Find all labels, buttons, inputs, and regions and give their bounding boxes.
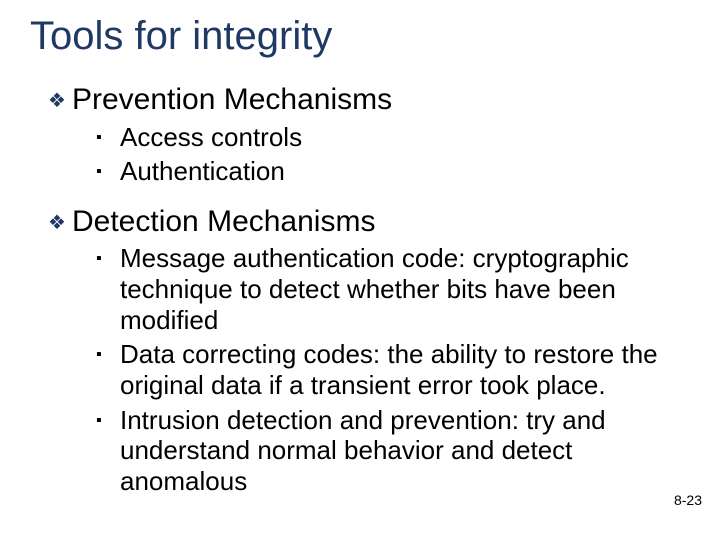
item-text: Access controls (120, 122, 302, 153)
section-heading: ❖ Detection Mechanisms (0, 205, 720, 240)
slide-content: ❖ Prevention Mechanisms ▪ Access control… (0, 59, 720, 497)
section-heading: ❖ Prevention Mechanisms (0, 83, 720, 118)
heading-text: Prevention Mechanisms (72, 83, 392, 118)
slide-title: Tools for integrity (0, 14, 720, 59)
list-item: ▪ Message authentication code: cryptogra… (0, 243, 720, 335)
diamond-icon: ❖ (48, 83, 72, 111)
item-text: Message authentication code: cryptograph… (120, 243, 664, 335)
list-item: ▪ Access controls (0, 122, 720, 153)
square-icon: ▪ (96, 243, 120, 267)
square-icon: ▪ (96, 122, 120, 146)
slide: Tools for integrity ❖ Prevention Mechani… (0, 0, 720, 540)
item-text: Data correcting codes: the ability to re… (120, 339, 664, 400)
item-text: Authentication (120, 156, 285, 187)
square-icon: ▪ (96, 339, 120, 363)
item-text: Intrusion detection and prevention: try … (120, 405, 664, 497)
diamond-icon: ❖ (48, 205, 72, 233)
square-icon: ▪ (96, 405, 120, 429)
heading-text: Detection Mechanisms (72, 205, 375, 240)
list-item: ▪ Authentication (0, 156, 720, 187)
square-icon: ▪ (96, 156, 120, 180)
slide-number: 8-23 (674, 492, 702, 508)
list-item: ▪ Data correcting codes: the ability to … (0, 339, 720, 400)
list-item: ▪ Intrusion detection and prevention: tr… (0, 405, 720, 497)
